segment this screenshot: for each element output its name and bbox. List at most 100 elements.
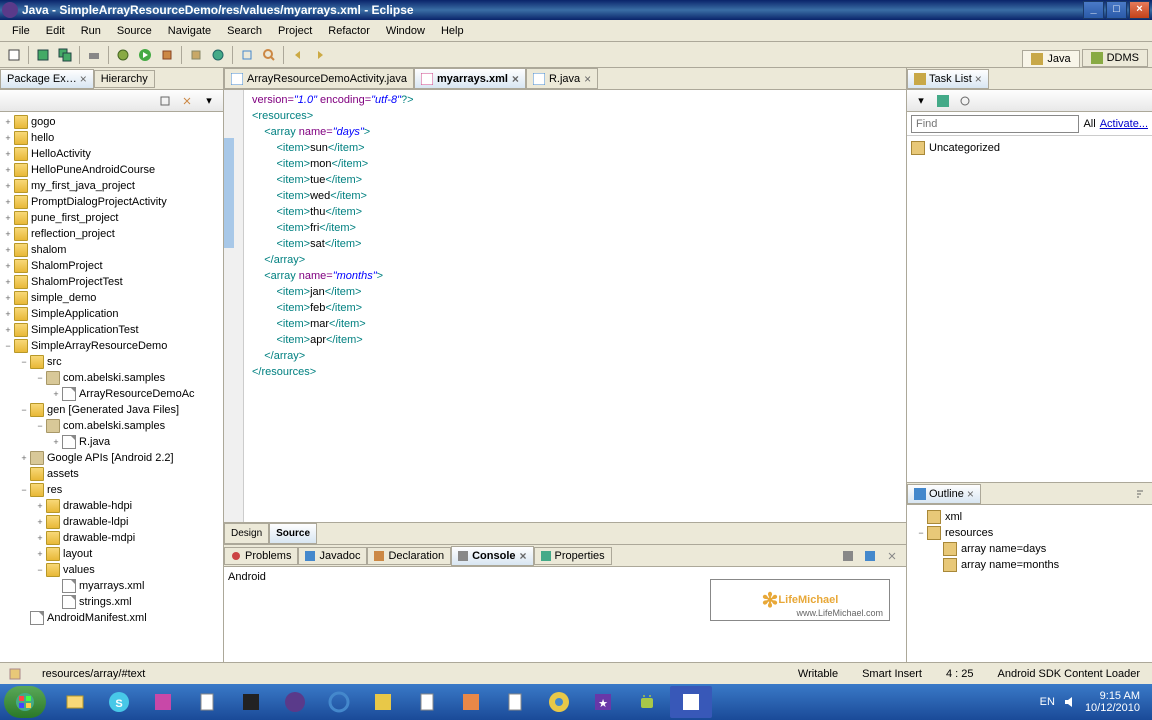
tree-item-shalom[interactable]: +shalom xyxy=(2,242,221,258)
console-clear-button[interactable] xyxy=(882,546,902,566)
external-tools-button[interactable] xyxy=(157,45,177,65)
task-uncategorized[interactable]: Uncategorized xyxy=(911,140,1148,156)
tree-item-drawable-hdpi[interactable]: +drawable-hdpi xyxy=(2,498,221,514)
menu-edit[interactable]: Edit xyxy=(38,23,73,39)
taskbar-app5[interactable] xyxy=(494,686,536,718)
tree-item-drawable-mdpi[interactable]: +drawable-mdpi xyxy=(2,530,221,546)
outline-tree[interactable]: xml−resourcesarray name=daysarray name=m… xyxy=(907,505,1152,662)
taskbar-active-app[interactable] xyxy=(670,686,712,718)
outline-item[interactable]: array name=days xyxy=(911,541,1148,557)
editor-tab-rjava[interactable]: R.java× xyxy=(526,68,598,89)
tree-item-arrayresourcedemoac[interactable]: +ArrayResourceDemoAc xyxy=(2,386,221,402)
taskbar-app3[interactable] xyxy=(406,686,448,718)
taskbar-skype[interactable]: S xyxy=(98,686,140,718)
save-button[interactable] xyxy=(33,45,53,65)
source-tab[interactable]: Source xyxy=(269,523,317,544)
package-explorer-tab[interactable]: Package Ex…× xyxy=(0,69,94,89)
tree-item-shalomprojecttest[interactable]: +ShalomProjectTest xyxy=(2,274,221,290)
tree-item-hello[interactable]: +hello xyxy=(2,130,221,146)
close-icon[interactable]: × xyxy=(520,549,527,563)
task-find-input[interactable] xyxy=(911,115,1079,133)
hierarchy-tab[interactable]: Hierarchy xyxy=(94,70,155,88)
javadoc-tab[interactable]: Javadoc xyxy=(298,547,367,565)
start-button[interactable] xyxy=(4,686,46,718)
taskbar-cmd[interactable] xyxy=(230,686,272,718)
tray-lang[interactable]: EN xyxy=(1040,696,1055,708)
open-type-button[interactable] xyxy=(237,45,257,65)
task-list-tab[interactable]: Task List× xyxy=(907,69,989,89)
outline-sort-button[interactable] xyxy=(1130,484,1150,504)
taskbar-star[interactable]: ★ xyxy=(582,686,624,718)
declaration-tab[interactable]: Declaration xyxy=(367,547,451,565)
tree-item-com-abelski-samples[interactable]: −com.abelski.samples xyxy=(2,370,221,386)
tree-item-reflection-project[interactable]: +reflection_project xyxy=(2,226,221,242)
tree-item-res[interactable]: −res xyxy=(2,482,221,498)
close-button[interactable]: × xyxy=(1129,1,1150,19)
tray-volume-icon[interactable] xyxy=(1063,695,1077,709)
debug-button[interactable] xyxy=(113,45,133,65)
tree-item-google-apis--android-2-2-[interactable]: +Google APIs [Android 2.2] xyxy=(2,450,221,466)
tree-item-hellopuneandroidcourse[interactable]: +HelloPuneAndroidCourse xyxy=(2,162,221,178)
console-display-button[interactable] xyxy=(860,546,880,566)
collapse-all-button[interactable] xyxy=(155,91,175,111)
taskbar-app4[interactable] xyxy=(450,686,492,718)
close-icon[interactable]: × xyxy=(80,72,87,86)
tree-item-pune-first-project[interactable]: +pune_first_project xyxy=(2,210,221,226)
new-task-button[interactable]: ▾ xyxy=(911,91,931,111)
tree-item-drawable-ldpi[interactable]: +drawable-ldpi xyxy=(2,514,221,530)
run-button[interactable] xyxy=(135,45,155,65)
menu-search[interactable]: Search xyxy=(219,23,270,39)
tree-item-values[interactable]: −values xyxy=(2,562,221,578)
menu-run[interactable]: Run xyxy=(73,23,109,39)
search-button[interactable] xyxy=(259,45,279,65)
close-icon[interactable]: × xyxy=(975,72,982,86)
menu-window[interactable]: Window xyxy=(378,23,433,39)
tree-item-com-abelski-samples[interactable]: −com.abelski.samples xyxy=(2,418,221,434)
design-tab[interactable]: Design xyxy=(224,523,269,544)
taskbar-explorer[interactable] xyxy=(54,686,96,718)
perspective-ddms[interactable]: DDMS xyxy=(1082,49,1148,67)
taskbar-chrome[interactable] xyxy=(538,686,580,718)
tree-item-myarrays-xml[interactable]: myarrays.xml xyxy=(2,578,221,594)
tree-item-my-first-java-project[interactable]: +my_first_java_project xyxy=(2,178,221,194)
menu-file[interactable]: File xyxy=(4,23,38,39)
tree-item-helloactivity[interactable]: +HelloActivity xyxy=(2,146,221,162)
tree-item-simplearrayresourcedemo[interactable]: −SimpleArrayResourceDemo xyxy=(2,338,221,354)
taskbar-app2[interactable] xyxy=(362,686,404,718)
tree-item-gen--generated-java-files-[interactable]: −gen [Generated Java Files] xyxy=(2,402,221,418)
focus-button[interactable] xyxy=(955,91,975,111)
view-menu-button[interactable]: ▾ xyxy=(199,91,219,111)
tree-item-simple-demo[interactable]: +simple_demo xyxy=(2,290,221,306)
tree-item-gogo[interactable]: +gogo xyxy=(2,114,221,130)
menu-project[interactable]: Project xyxy=(270,23,320,39)
new-button[interactable] xyxy=(4,45,24,65)
editor-tab-myarrays[interactable]: myarrays.xml× xyxy=(414,68,526,89)
close-icon[interactable]: × xyxy=(584,72,591,86)
tree-item-promptdialogprojectactivity[interactable]: +PromptDialogProjectActivity xyxy=(2,194,221,210)
tree-item-assets[interactable]: assets xyxy=(2,466,221,482)
package-explorer-tree[interactable]: +gogo+hello+HelloActivity+HelloPuneAndro… xyxy=(0,112,223,662)
link-editor-button[interactable] xyxy=(177,91,197,111)
task-activate-link[interactable]: Activate... xyxy=(1100,118,1148,130)
tree-item-layout[interactable]: +layout xyxy=(2,546,221,562)
outline-tab[interactable]: Outline× xyxy=(907,484,981,504)
tree-item-simpleapplicationtest[interactable]: +SimpleApplicationTest xyxy=(2,322,221,338)
tree-item-strings-xml[interactable]: strings.xml xyxy=(2,594,221,610)
categorize-button[interactable] xyxy=(933,91,953,111)
tree-item-src[interactable]: −src xyxy=(2,354,221,370)
outline-item[interactable]: −resources xyxy=(911,525,1148,541)
console-pin-button[interactable] xyxy=(838,546,858,566)
taskbar-app1[interactable] xyxy=(142,686,184,718)
close-icon[interactable]: × xyxy=(967,487,974,501)
tree-item-androidmanifest-xml[interactable]: AndroidManifest.xml xyxy=(2,610,221,626)
menu-help[interactable]: Help xyxy=(433,23,472,39)
tree-item-simpleapplication[interactable]: +SimpleApplication xyxy=(2,306,221,322)
taskbar-ie[interactable] xyxy=(318,686,360,718)
new-class-button[interactable] xyxy=(208,45,228,65)
outline-item[interactable]: array name=months xyxy=(911,557,1148,573)
tray-date[interactable]: 10/12/2010 xyxy=(1085,702,1140,714)
console-tab[interactable]: Console× xyxy=(451,546,533,566)
perspective-java[interactable]: Java xyxy=(1022,50,1079,67)
properties-tab[interactable]: Properties xyxy=(534,547,612,565)
tray-time[interactable]: 9:15 AM xyxy=(1085,690,1140,702)
